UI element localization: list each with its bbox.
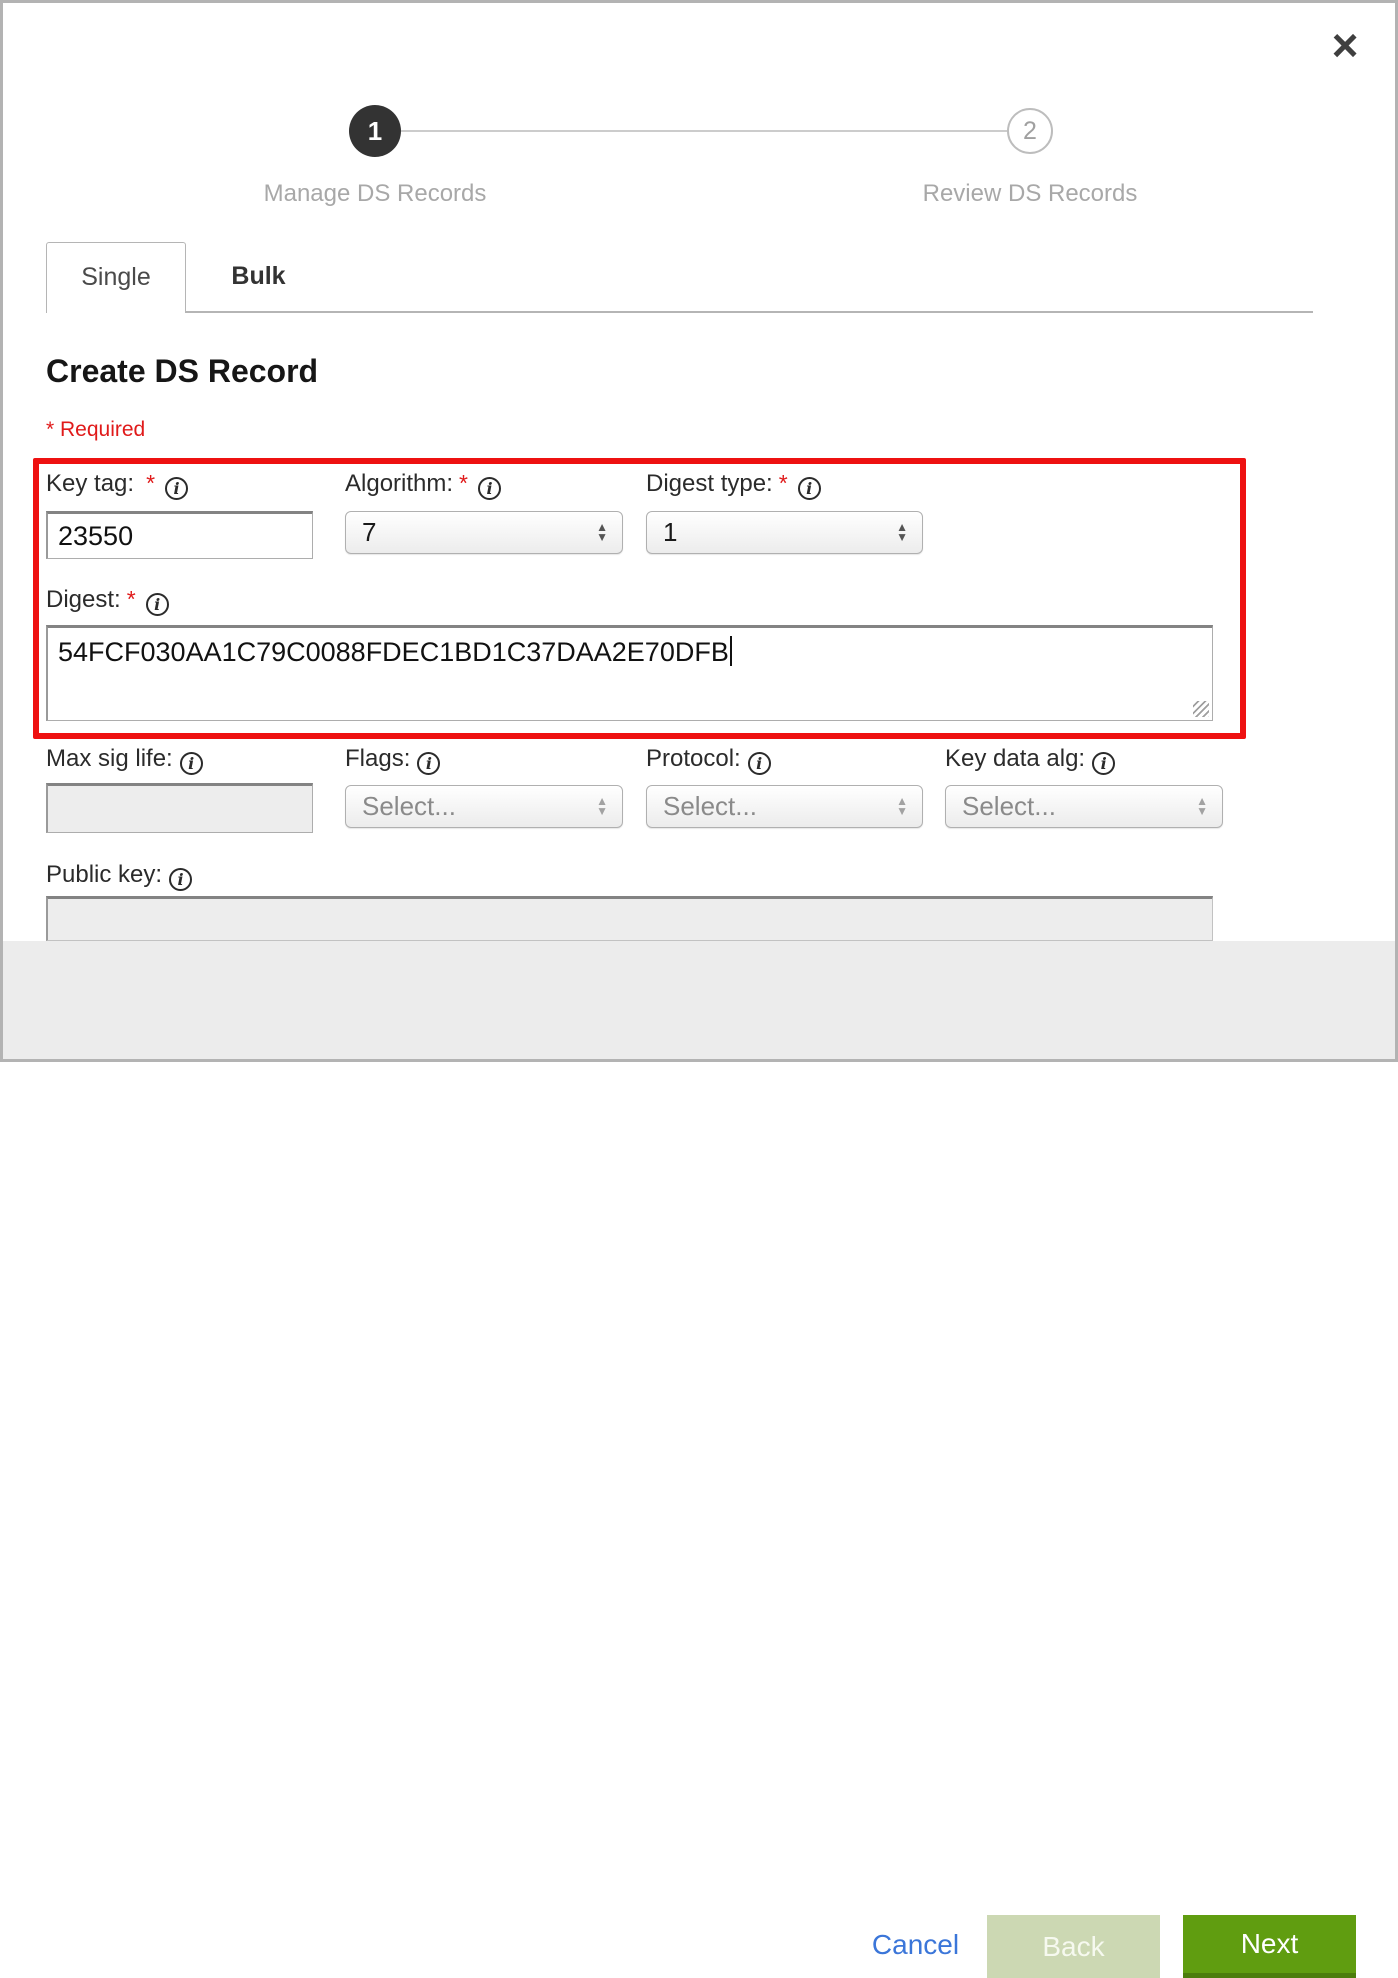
digest-label-text: Digest: xyxy=(46,586,121,613)
key-tag-label: Key tag: * i xyxy=(46,470,188,500)
digest-type-select-value: 1 xyxy=(663,517,677,548)
step-1-circle: 1 xyxy=(349,105,401,157)
flags-info-icon[interactable]: i xyxy=(417,752,440,775)
key-data-alg-select-value: Select... xyxy=(962,791,1056,822)
create-ds-record-modal: { "icons": { "close": "×", "info": "i", … xyxy=(0,0,1398,1062)
max-sig-life-info-icon[interactable]: i xyxy=(180,752,203,775)
protocol-select[interactable]: Select... ▲▼ xyxy=(646,785,923,828)
select-arrows-icon: ▲▼ xyxy=(1196,797,1208,817)
digest-info-icon[interactable]: i xyxy=(146,593,169,616)
tab-bulk[interactable]: Bulk xyxy=(186,242,331,313)
select-arrows-icon: ▲▼ xyxy=(896,797,908,817)
stepper-connector-line xyxy=(401,130,1007,132)
algorithm-required-marker: * xyxy=(459,470,468,496)
key-tag-info-icon[interactable]: i xyxy=(165,477,188,500)
tab-single[interactable]: Single xyxy=(46,242,186,313)
tab-divider-line xyxy=(186,311,1313,313)
flags-select[interactable]: Select... ▲▼ xyxy=(345,785,623,828)
resize-handle[interactable] xyxy=(1193,701,1209,717)
digest-label: Digest:* i xyxy=(46,586,169,616)
digest-type-label: Digest type:* i xyxy=(646,470,821,500)
flags-select-value: Select... xyxy=(362,791,456,822)
back-button[interactable]: Back xyxy=(987,1915,1160,1978)
key-tag-required-marker: * xyxy=(146,470,155,496)
protocol-label: Protocol: i xyxy=(646,745,771,775)
digest-type-info-icon[interactable]: i xyxy=(798,477,821,500)
algorithm-select[interactable]: 7 ▲▼ xyxy=(345,511,623,554)
algorithm-select-value: 7 xyxy=(362,517,376,548)
digest-textarea[interactable]: 54FCF030AA1C79C0088FDEC1BD1C37DAA2E70DFB xyxy=(46,625,1213,721)
select-arrows-icon: ▲▼ xyxy=(596,523,608,543)
arrow-down-icon: ▼ xyxy=(596,533,608,543)
protocol-select-value: Select... xyxy=(663,791,757,822)
select-arrows-icon: ▲▼ xyxy=(896,523,908,543)
step-2-circle: 2 xyxy=(1007,108,1053,154)
next-button[interactable]: Next xyxy=(1183,1915,1356,1978)
max-sig-life-label-text: Max sig life: xyxy=(46,745,173,772)
digest-required-marker: * xyxy=(127,586,136,612)
algorithm-label: Algorithm:* i xyxy=(345,470,501,500)
step-2-label: Review DS Records xyxy=(830,180,1230,208)
modal-footer: Cancel Back Next xyxy=(3,941,1395,1059)
protocol-label-text: Protocol: xyxy=(646,745,741,772)
digest-type-required-marker: * xyxy=(779,470,788,496)
key-tag-label-text: Key tag: xyxy=(46,470,134,497)
arrow-down-icon: ▼ xyxy=(1196,807,1208,817)
key-data-alg-select[interactable]: Select... ▲▼ xyxy=(945,785,1223,828)
key-tag-input[interactable] xyxy=(46,511,313,559)
flags-label: Flags: i xyxy=(345,745,440,775)
arrow-down-icon: ▼ xyxy=(896,807,908,817)
key-data-alg-label-text: Key data alg: xyxy=(945,745,1085,772)
text-cursor xyxy=(730,636,732,666)
algorithm-info-icon[interactable]: i xyxy=(478,477,501,500)
max-sig-life-input[interactable] xyxy=(46,783,313,833)
digest-type-label-text: Digest type: xyxy=(646,470,773,497)
protocol-info-icon[interactable]: i xyxy=(748,752,771,775)
required-note: * Required xyxy=(46,418,145,442)
select-arrows-icon: ▲▼ xyxy=(596,797,608,817)
public-key-info-icon[interactable]: i xyxy=(169,868,192,891)
arrow-down-icon: ▼ xyxy=(596,807,608,817)
close-icon[interactable]: × xyxy=(1321,21,1369,69)
page-title: Create DS Record xyxy=(46,353,318,390)
cancel-link[interactable]: Cancel xyxy=(863,1929,968,1961)
digest-type-select[interactable]: 1 ▲▼ xyxy=(646,511,923,554)
step-1-label: Manage DS Records xyxy=(175,180,575,208)
key-data-alg-info-icon[interactable]: i xyxy=(1092,752,1115,775)
max-sig-life-label: Max sig life: i xyxy=(46,745,203,775)
algorithm-label-text: Algorithm: xyxy=(345,470,453,497)
flags-label-text: Flags: xyxy=(345,745,410,772)
key-data-alg-label: Key data alg: i xyxy=(945,745,1115,775)
public-key-label-text: Public key: xyxy=(46,861,162,888)
arrow-down-icon: ▼ xyxy=(896,533,908,543)
public-key-label: Public key: i xyxy=(46,861,192,891)
digest-value: 54FCF030AA1C79C0088FDEC1BD1C37DAA2E70DFB xyxy=(58,637,729,667)
public-key-textarea[interactable] xyxy=(46,896,1213,941)
